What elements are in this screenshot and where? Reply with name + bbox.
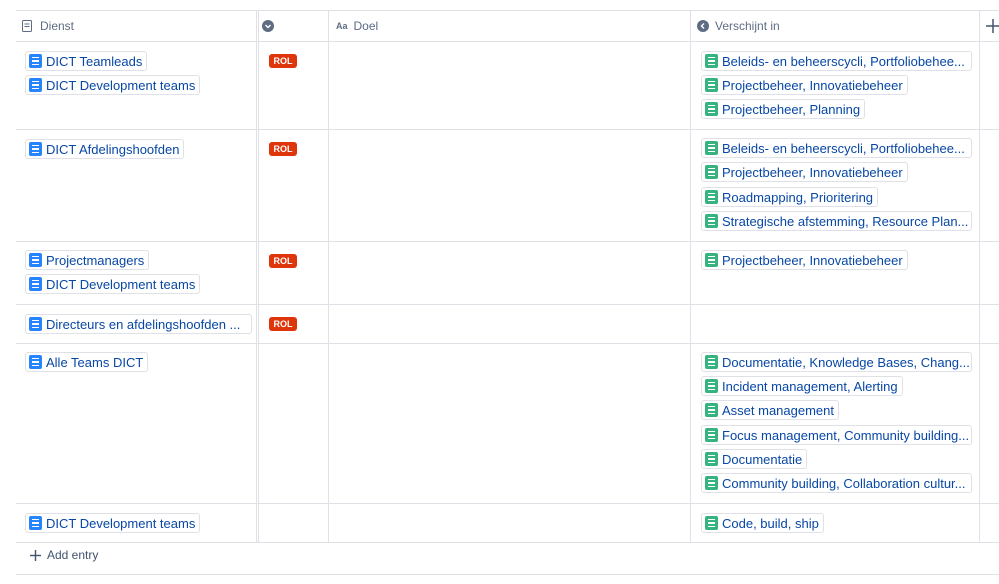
database-icon xyxy=(705,141,718,155)
page-icon xyxy=(29,253,42,267)
status-badge: ROL xyxy=(269,317,297,331)
dienst-link[interactable]: DICT Development teams xyxy=(25,513,201,533)
divider xyxy=(16,574,999,575)
verschijnt-link[interactable]: Community building, Collaboration cultur… xyxy=(701,473,972,493)
column-verschijnt-in-label: Verschijnt in xyxy=(715,19,780,33)
dienst-link[interactable]: DICT Development teams xyxy=(25,75,201,95)
verschijnt-link[interactable]: Documentatie xyxy=(701,449,808,469)
database-icon xyxy=(705,403,718,417)
database-icon xyxy=(705,54,718,68)
column-doel-label: Doel xyxy=(353,19,379,33)
table-header: Dienst Aa Doel Verschijnt in xyxy=(16,10,999,42)
status-badge: ROL xyxy=(269,142,297,156)
dienst-link[interactable]: DICT Development teams xyxy=(25,274,201,294)
database-icon xyxy=(705,102,718,116)
plus-icon xyxy=(986,19,999,33)
status-badge: ROL xyxy=(269,54,297,68)
database-icon xyxy=(705,476,718,490)
status-badge: ROL xyxy=(269,254,297,268)
dienst-link[interactable]: Directeurs en afdelingshoofden ... xyxy=(25,314,252,334)
add-entry-label: Add entry xyxy=(47,548,99,562)
database-icon xyxy=(705,190,718,204)
page-icon xyxy=(22,20,32,32)
page-icon xyxy=(29,142,42,156)
page-icon xyxy=(29,516,42,530)
column-dienst[interactable]: Dienst xyxy=(22,11,74,41)
database-icon xyxy=(705,452,718,466)
database-icon xyxy=(705,428,718,442)
verschijnt-link[interactable]: Code, build, ship xyxy=(701,513,824,533)
column-doel[interactable]: Aa Doel xyxy=(336,11,378,41)
database-icon xyxy=(705,355,718,369)
dienst-link[interactable]: DICT Afdelingshoofden xyxy=(25,139,185,159)
back-arrow-icon xyxy=(697,20,709,32)
add-column-button[interactable] xyxy=(986,11,999,41)
column-verschijnt-in[interactable]: Verschijnt in xyxy=(697,11,780,41)
verschijnt-link[interactable]: Projectbeheer, Innovatiebeheer xyxy=(701,250,908,270)
database-icon xyxy=(705,379,718,393)
verschijnt-link[interactable]: Projectbeheer, Planning xyxy=(701,99,866,119)
verschijnt-link[interactable]: Beleids- en beheerscycli, Portfoliobehee… xyxy=(701,138,972,158)
verschijnt-link[interactable]: Strategische afstemming, Resource Plan..… xyxy=(701,211,972,231)
verschijnt-link[interactable]: Projectbeheer, Innovatiebeheer xyxy=(701,162,908,182)
verschijnt-link[interactable]: Projectbeheer, Innovatiebeheer xyxy=(701,75,908,95)
chevron-down-circle-icon xyxy=(262,20,274,32)
verschijnt-link[interactable]: Beleids- en beheerscycli, Portfoliobehee… xyxy=(701,51,972,71)
dienst-link[interactable]: Projectmanagers xyxy=(25,250,150,270)
dienst-link[interactable]: DICT Teamleads xyxy=(25,51,148,71)
verschijnt-link[interactable]: Roadmapping, Prioritering xyxy=(701,187,879,207)
text-type-icon: Aa xyxy=(336,21,348,31)
column-dienst-label: Dienst xyxy=(40,19,75,33)
database-icon xyxy=(705,214,718,228)
page-icon xyxy=(29,54,42,68)
page-icon xyxy=(29,355,42,369)
page-icon xyxy=(29,277,42,291)
verschijnt-link[interactable]: Incident management, Alerting xyxy=(701,376,903,396)
verschijnt-link[interactable]: Documentatie, Knowledge Bases, Chang... xyxy=(701,352,972,372)
add-entry-button[interactable]: Add entry xyxy=(30,548,98,562)
database-icon xyxy=(705,78,718,92)
database-icon xyxy=(705,516,718,530)
page-icon xyxy=(29,78,42,92)
database-icon xyxy=(705,253,718,267)
page-icon xyxy=(29,317,42,331)
database-icon xyxy=(705,165,718,179)
verschijnt-link[interactable]: Asset management xyxy=(701,400,840,420)
verschijnt-link[interactable]: Focus management, Community building... xyxy=(701,425,972,445)
plus-icon xyxy=(30,549,41,561)
dienst-link[interactable]: Alle Teams DICT xyxy=(25,352,149,372)
column-select[interactable] xyxy=(262,11,274,41)
